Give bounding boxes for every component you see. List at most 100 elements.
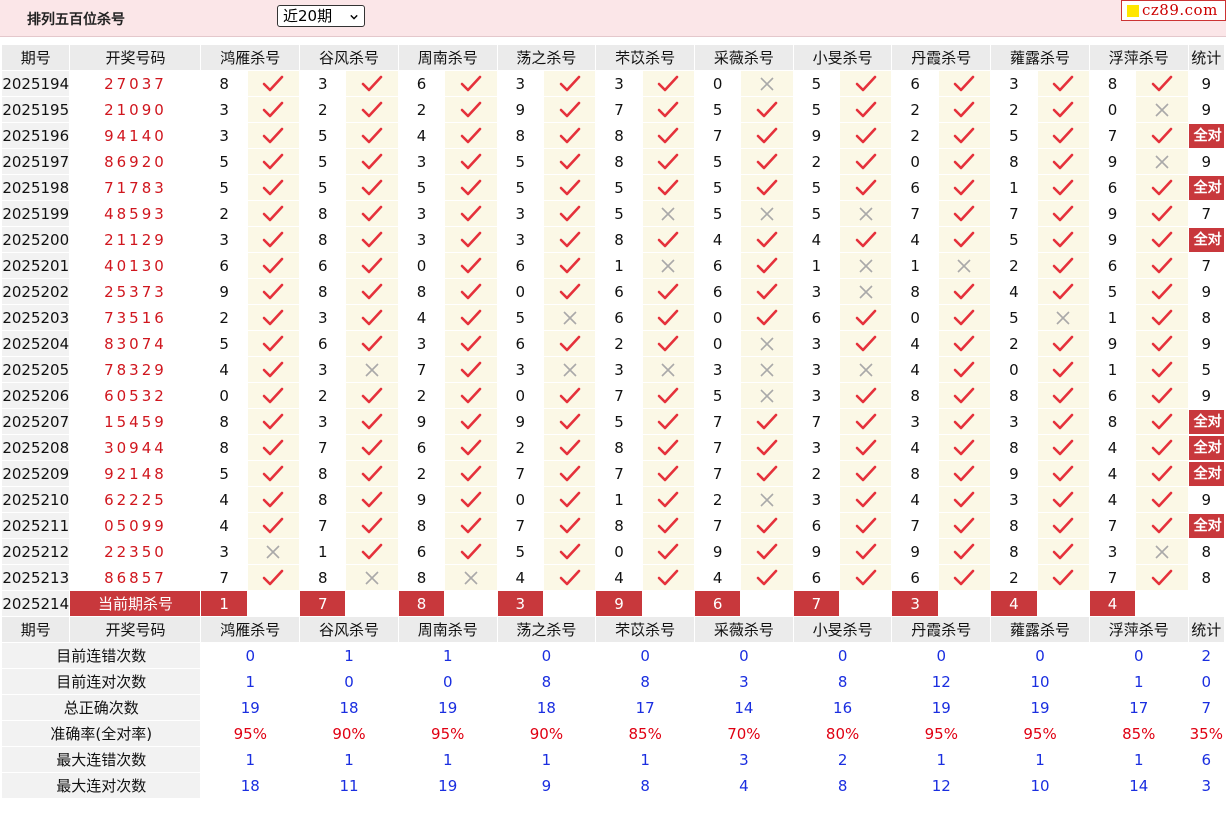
- kill-number-cell: 3: [792, 382, 841, 409]
- kill-number-cell: 0: [1088, 96, 1137, 123]
- summary-value: 1: [595, 746, 696, 773]
- summary-value: 2: [792, 746, 893, 773]
- kill-number-cell: 8: [496, 122, 544, 149]
- check-icon: [263, 205, 284, 221]
- kill-number-cell: 3: [200, 122, 248, 149]
- kill-number-cell: 8: [299, 564, 347, 591]
- kill-number-cell: 5: [299, 148, 347, 175]
- kill-number-cell: 3: [792, 486, 841, 513]
- draw-number-cell: 73516: [69, 304, 202, 331]
- kill-number-cell: 7: [891, 200, 939, 227]
- hit-mark-cell: [345, 252, 399, 279]
- stat-cell: 7: [1187, 200, 1226, 227]
- hit-mark-cell: [1135, 278, 1189, 305]
- kill-number-cell: 2: [694, 486, 742, 513]
- kill-number-cell: 6: [891, 70, 939, 97]
- hit-mark-cell: [345, 408, 399, 435]
- period-cell: 2025199: [0, 200, 71, 227]
- check-icon: [559, 335, 580, 351]
- hit-mark-cell: [937, 408, 992, 435]
- kill-number-cell: 2: [990, 96, 1038, 123]
- period-cell: 2025197: [0, 148, 71, 175]
- check-icon: [855, 387, 877, 403]
- summary-value: 1: [397, 642, 498, 669]
- hit-mark-cell: [937, 174, 992, 201]
- kill-number-cell: 9: [1088, 226, 1137, 253]
- kill-number-cell: 4: [891, 226, 939, 253]
- hit-mark-cell: [542, 382, 597, 409]
- summary-value: 14: [1088, 772, 1189, 799]
- kill-number-cell: 7: [595, 382, 643, 409]
- period-cell: 2025202: [0, 278, 71, 305]
- table-row: 2025194 27037 8 3 6 3 3 0 5 6 3 8 9: [0, 70, 1226, 97]
- kill-number-cell: 7: [496, 460, 544, 487]
- kill-number-cell: 7: [694, 434, 742, 461]
- hit-mark-cell: [641, 512, 696, 539]
- check-icon: [1052, 491, 1074, 507]
- summary-value: 8: [595, 668, 696, 695]
- draw-number-cell: 83074: [69, 330, 202, 357]
- hit-mark-cell: [937, 538, 992, 565]
- kill-number-cell: 6: [1088, 174, 1137, 201]
- kill-number-cell: 6: [792, 564, 841, 591]
- miss-mark-cell: [937, 252, 992, 279]
- summary-value: 0: [694, 642, 794, 669]
- summary-value: 19: [200, 694, 301, 721]
- summary-value: 1: [200, 668, 301, 695]
- check-icon: [1052, 569, 1074, 585]
- period-range-select[interactable]: 近20期: [277, 5, 365, 27]
- hit-mark-cell: [1036, 460, 1090, 487]
- miss-mark-cell: [641, 200, 696, 227]
- hit-mark-cell: [444, 278, 498, 305]
- col-header-expert: 周南杀号: [397, 616, 498, 643]
- stat-cell: 全对: [1187, 122, 1226, 149]
- miss-mark-cell: [1135, 538, 1189, 565]
- period-cell: 2025201: [0, 252, 71, 279]
- check-icon: [559, 413, 580, 429]
- check-icon: [361, 491, 383, 507]
- hit-mark-cell: [246, 174, 301, 201]
- hit-mark-cell: [246, 70, 301, 97]
- hit-mark-cell: [1135, 174, 1189, 201]
- hit-mark-cell: [444, 434, 498, 461]
- summary-value: 0: [595, 642, 696, 669]
- hit-mark-cell: [444, 96, 498, 123]
- site-logo[interactable]: cz89.com: [1121, 0, 1226, 21]
- check-icon: [1052, 413, 1074, 429]
- check-icon: [1151, 387, 1173, 403]
- stat-cell: 全对: [1187, 460, 1226, 487]
- cross-icon: [1056, 310, 1070, 325]
- kill-number-cell: 3: [496, 226, 544, 253]
- hit-mark-cell: [542, 512, 597, 539]
- kill-number-cell: 9: [792, 122, 841, 149]
- summary-value: 1: [200, 746, 301, 773]
- col-header-expert: 谷风杀号: [299, 616, 399, 643]
- hit-mark-cell: [839, 96, 893, 123]
- hit-mark-cell: [444, 148, 498, 175]
- hit-mark-cell: [937, 434, 992, 461]
- cross-icon: [760, 76, 774, 91]
- kill-number-cell: 2: [299, 382, 347, 409]
- check-icon: [954, 75, 975, 91]
- draw-number-cell: 27037: [69, 70, 202, 97]
- kill-number-cell: 5: [595, 200, 643, 227]
- hit-mark-cell: [1036, 70, 1090, 97]
- summary-value: 11: [299, 772, 399, 799]
- kill-number-cell: 8: [397, 564, 446, 591]
- check-icon: [460, 309, 482, 325]
- check-icon: [1052, 387, 1074, 403]
- check-icon: [460, 335, 482, 351]
- kill-number-cell: 3: [990, 70, 1038, 97]
- hit-mark-cell: [1036, 486, 1090, 513]
- period-range-value: 近20期: [283, 7, 333, 25]
- kill-number-cell: 4: [891, 330, 939, 357]
- kill-number-cell: 0: [694, 330, 742, 357]
- hit-mark-cell: [444, 512, 498, 539]
- hit-mark-cell: [641, 538, 696, 565]
- check-icon: [855, 231, 877, 247]
- hit-mark-cell: [246, 382, 301, 409]
- kill-number-cell: 7: [299, 434, 347, 461]
- kill-number-cell: 5: [990, 226, 1038, 253]
- check-icon: [559, 75, 580, 91]
- stat-cell: 全对: [1187, 408, 1226, 435]
